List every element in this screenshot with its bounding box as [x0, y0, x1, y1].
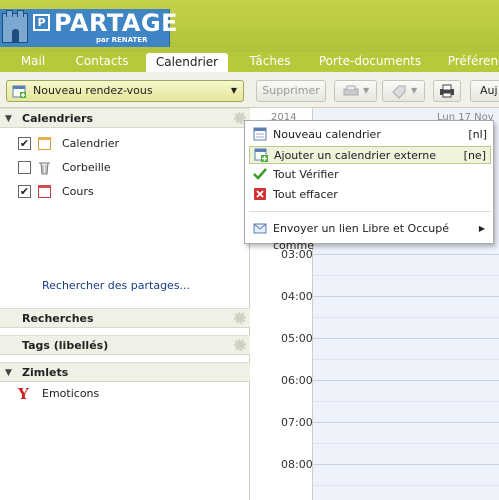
- menu-item-shortcut: [ne]: [463, 149, 486, 162]
- tab-calendar[interactable]: Calendrier: [146, 53, 228, 72]
- half-hour-line: [313, 275, 499, 276]
- calendar-icon: [38, 137, 51, 150]
- print-options-button[interactable]: ▼: [334, 80, 377, 102]
- menu-item-send-free-busy-link[interactable]: Envoyer un lien Libre et Occupé comme ▶: [249, 220, 491, 252]
- menu-item-label: Nouveau calendrier: [273, 128, 381, 141]
- collapse-triangle-icon[interactable]: ▼: [5, 364, 12, 383]
- check-icon: [253, 168, 267, 180]
- printer-icon: [440, 84, 454, 98]
- hour-label: 07:00: [281, 416, 313, 429]
- hour-line: [313, 380, 499, 381]
- collapse-triangle-icon[interactable]: ▼: [5, 110, 12, 129]
- toolbar: Nouveau rendez-vous ▼ Supprimer ▼ ▼ Auj: [0, 72, 499, 108]
- hour-label: 08:00: [281, 458, 313, 471]
- chevron-down-icon: ▼: [363, 86, 370, 95]
- calendar-checkbox[interactable]: ✔: [18, 137, 31, 150]
- tab-preferences[interactable]: Préférences: [438, 52, 499, 72]
- brand-sub: par RENATER: [96, 36, 148, 44]
- castle-icon: [2, 10, 28, 43]
- hour-line: [313, 422, 499, 423]
- calendar-icon: [253, 127, 267, 141]
- zimlets-title: Zimlets: [22, 366, 69, 379]
- menu-item-check-all[interactable]: Tout Vérifier: [249, 166, 491, 184]
- brand-box: P: [33, 14, 50, 31]
- delete-button[interactable]: Supprimer: [256, 80, 326, 102]
- chevron-down-icon: ▼: [411, 86, 418, 95]
- menu-item-label: Tout Vérifier: [273, 168, 339, 181]
- calendars-header[interactable]: ▼ Calendriers: [0, 108, 250, 128]
- calendar-checkbox[interactable]: [18, 161, 31, 174]
- calendar-icon: [38, 185, 51, 198]
- menu-separator: [249, 211, 491, 212]
- gear-icon[interactable]: [234, 339, 246, 351]
- half-hour-line: [313, 485, 499, 486]
- printer-faded-icon: [343, 85, 359, 96]
- clear-icon: [254, 188, 266, 200]
- hour-line: [313, 254, 499, 255]
- hour-line: [313, 338, 499, 339]
- hour-label: 06:00: [281, 374, 313, 387]
- app-tabs: Mail Contacts Calendrier Tâches Porte-do…: [0, 52, 499, 72]
- menu-item-label: Ajouter un calendrier externe: [274, 149, 436, 162]
- tab-mail[interactable]: Mail: [10, 52, 56, 72]
- trash-icon: [38, 161, 51, 175]
- chevron-down-icon[interactable]: ▼: [231, 86, 237, 95]
- half-hour-line: [313, 443, 499, 444]
- mail-icon: [253, 223, 267, 234]
- tag-icon: [392, 85, 406, 99]
- gear-icon[interactable]: [234, 312, 246, 324]
- tag-button[interactable]: ▼: [382, 80, 425, 102]
- print-button[interactable]: [433, 80, 461, 102]
- calendar-add-icon: [254, 148, 268, 162]
- tab-tasks[interactable]: Tâches: [238, 52, 302, 72]
- submenu-arrow-icon: ▶: [478, 224, 485, 233]
- partage-logo: P PARTAGE par RENATER: [0, 9, 178, 47]
- half-hour-line: [313, 359, 499, 360]
- menu-item-clear-all[interactable]: Tout effacer: [249, 186, 491, 204]
- tab-briefcase[interactable]: Porte-documents: [312, 52, 428, 72]
- search-shares-link[interactable]: Rechercher des partages...: [42, 279, 190, 292]
- today-button[interactable]: Auj: [470, 80, 499, 102]
- tags-header[interactable]: Tags (libellés): [0, 335, 250, 355]
- hour-line: [313, 464, 499, 465]
- tags-title: Tags (libellés): [22, 339, 109, 352]
- brand-name: PARTAGE: [54, 9, 179, 37]
- hour-line: [313, 296, 499, 297]
- menu-item-label: Tout effacer: [273, 188, 338, 201]
- menu-item-add-external-calendar[interactable]: Ajouter un calendrier externe [ne]: [249, 146, 491, 164]
- calendar-actions-menu: Nouveau calendrier [nl] Ajouter un calen…: [244, 120, 494, 252]
- zimlets-header[interactable]: ▼ Zimlets: [0, 362, 250, 382]
- menu-item-label: Envoyer un lien Libre et Occupé comme: [273, 222, 450, 252]
- zimlet-label: Emoticons: [42, 387, 100, 400]
- hour-label: 04:00: [281, 290, 313, 303]
- calendars-title: Calendriers: [22, 112, 94, 125]
- new-appointment-label: Nouveau rendez-vous: [33, 84, 153, 97]
- hour-label: 05:00: [281, 332, 313, 345]
- new-appointment-button[interactable]: Nouveau rendez-vous ▼: [6, 80, 244, 102]
- calendar-checkbox[interactable]: ✔: [18, 185, 31, 198]
- left-panel: ▼ Calendriers ✔ Calendrier Corbeille ✔ C…: [0, 108, 250, 500]
- menu-item-new-calendar[interactable]: Nouveau calendrier [nl]: [249, 126, 491, 144]
- half-hour-line: [313, 401, 499, 402]
- app-header: P PARTAGE par RENATER: [0, 0, 499, 52]
- searches-header[interactable]: Recherches: [0, 308, 250, 328]
- searches-title: Recherches: [22, 312, 94, 325]
- calendar-label: Cours: [62, 185, 94, 198]
- yahoo-icon: Y: [18, 385, 29, 403]
- calendar-label: Corbeille: [62, 161, 111, 174]
- tab-contacts[interactable]: Contacts: [66, 52, 138, 72]
- half-hour-line: [313, 317, 499, 318]
- menu-item-shortcut: [nl]: [468, 128, 487, 141]
- calendar-add-icon: [12, 85, 26, 98]
- calendar-label: Calendrier: [62, 137, 120, 150]
- app-window: { "brand":{"name":"PARTAGE","sub":"par R…: [0, 0, 499, 500]
